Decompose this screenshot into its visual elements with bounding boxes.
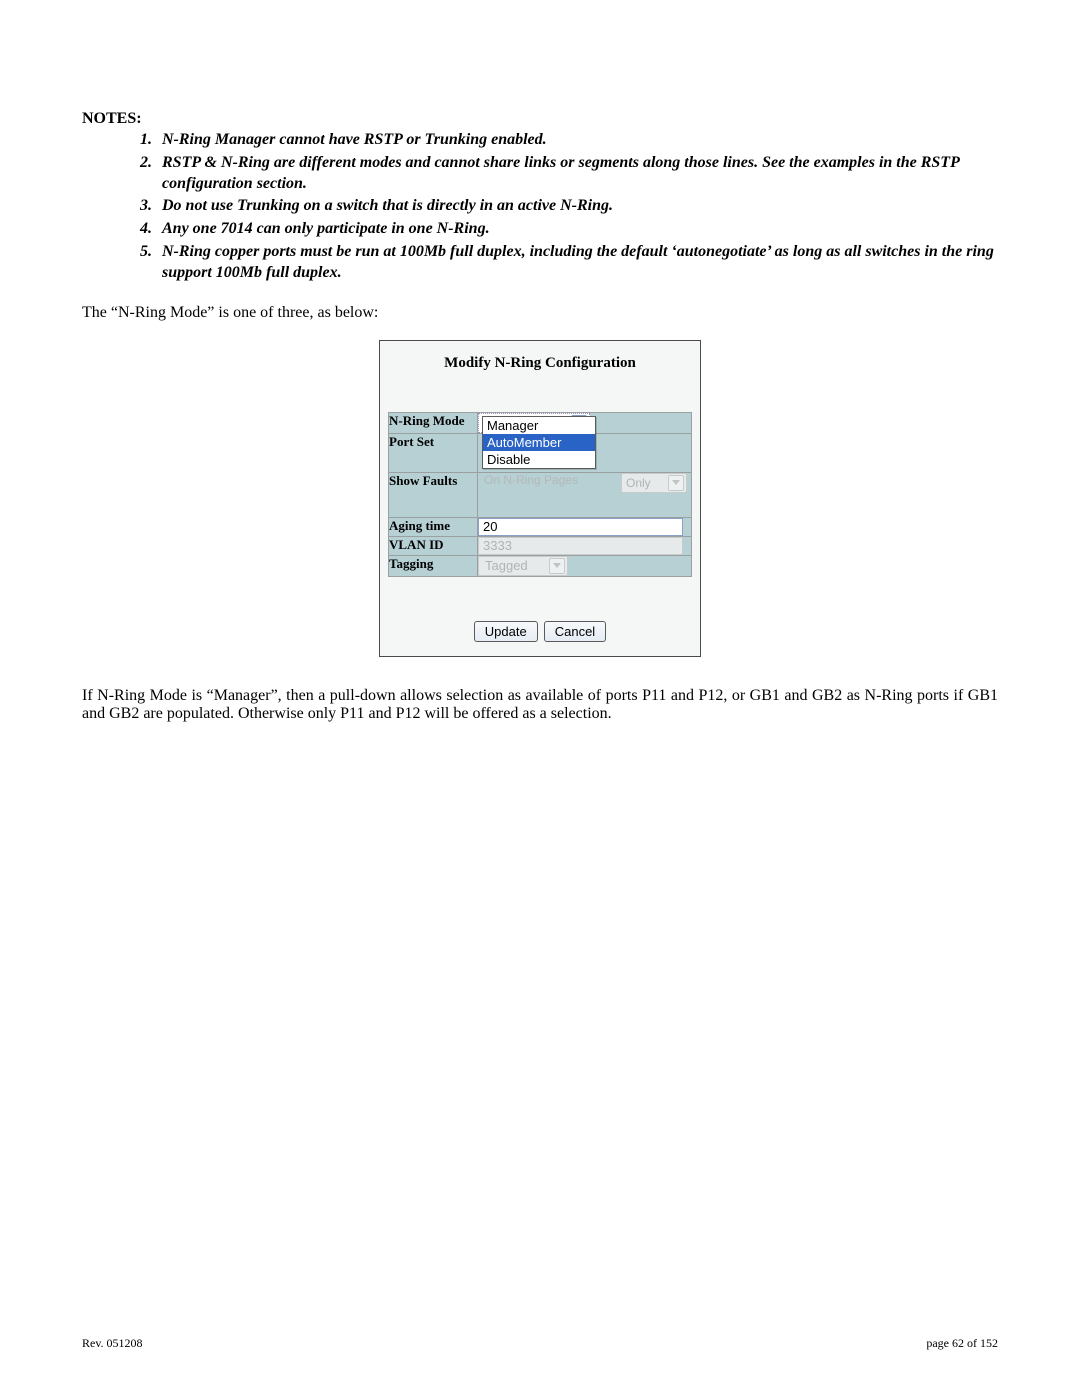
after-paragraph: If N-Ring Mode is “Manager”, then a pull… (82, 687, 998, 723)
note-item: Any one 7014 can only participate in one… (156, 219, 998, 240)
config-form: N-Ring Mode AutoMember (388, 412, 692, 577)
vlan-id-input: 3333 (478, 537, 683, 555)
label-show-faults: Show Faults (389, 472, 478, 517)
tagging-value: Tagged (485, 558, 528, 573)
option-automember[interactable]: AutoMember (483, 434, 595, 451)
showfaults-dropdown[interactable]: Only (621, 473, 687, 493)
chevron-down-icon (549, 558, 565, 574)
cancel-button[interactable]: Cancel (544, 621, 606, 642)
tagging-dropdown: Tagged (478, 556, 568, 576)
update-button[interactable]: Update (474, 621, 538, 642)
label-nring-mode: N-Ring Mode (389, 412, 478, 433)
option-disable[interactable]: Disable (483, 451, 595, 468)
note-item: RSTP & N-Ring are different modes and ca… (156, 153, 998, 195)
label-port-set: Port Set (389, 433, 478, 472)
dialog-title: Modify N-Ring Configuration (388, 355, 692, 372)
chevron-down-icon (668, 475, 684, 491)
option-manager[interactable]: Manager (483, 417, 595, 434)
showfaults-hint-right: Only (626, 476, 651, 490)
page-footer: Rev. 051208 page 62 of 152 (82, 1336, 998, 1351)
note-item: Do not use Trunking on a switch that is … (156, 196, 998, 217)
footer-page: page 62 of 152 (926, 1336, 998, 1351)
note-item: N-Ring copper ports must be run at 100Mb… (156, 242, 998, 284)
notes-heading: NOTES: (82, 110, 998, 128)
notes-list: N-Ring Manager cannot have RSTP or Trunk… (82, 130, 998, 284)
label-vlan-id: VLAN ID (389, 536, 478, 555)
footer-rev: Rev. 051208 (82, 1336, 143, 1351)
label-aging-time: Aging time (389, 517, 478, 536)
intro-text: The “N-Ring Mode” is one of three, as be… (82, 304, 998, 322)
nring-mode-options[interactable]: Manager AutoMember Disable (482, 416, 596, 469)
label-tagging: Tagging (389, 555, 478, 576)
config-dialog: Modify N-Ring Configuration N-Ring Mode … (379, 340, 701, 657)
note-item: N-Ring Manager cannot have RSTP or Trunk… (156, 130, 998, 151)
aging-time-input[interactable]: 20 (478, 518, 683, 536)
